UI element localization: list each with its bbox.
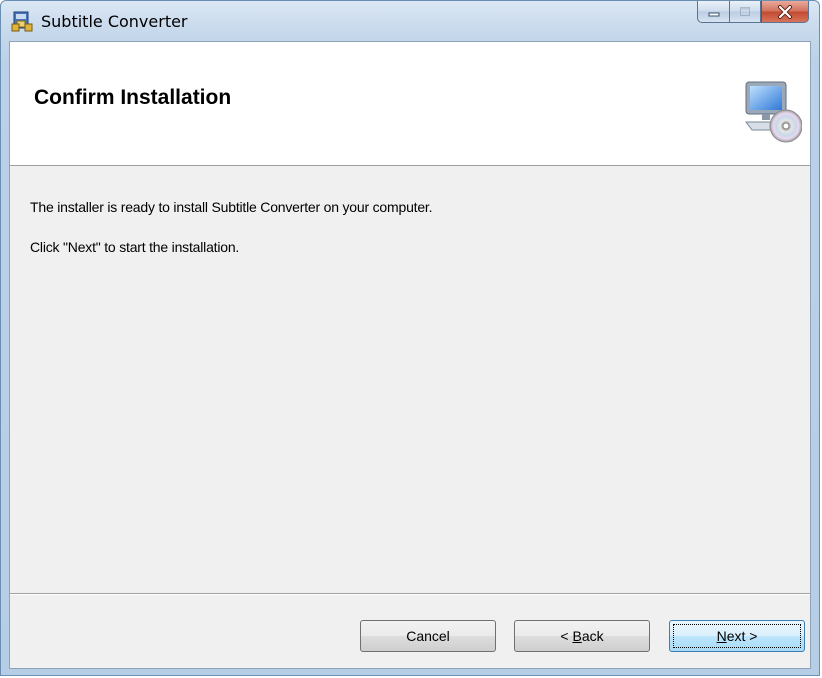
window-controls [697, 1, 809, 23]
installer-package-icon [11, 11, 33, 32]
back-button-prefix: < [560, 628, 573, 644]
instruction-message: Click "Next" to start the installation. [30, 239, 240, 255]
dialog-client-area: Confirm Installation The installer is re… [9, 41, 811, 669]
maximize-icon [740, 6, 750, 16]
back-button-mnemonic: B [572, 628, 582, 644]
focus-rectangle [673, 624, 801, 648]
installer-window: Subtitle Converter Confirm Installation [0, 0, 820, 676]
close-button[interactable] [761, 1, 809, 23]
ready-message: The installer is ready to install Subtit… [30, 199, 433, 215]
maximize-button[interactable] [729, 1, 761, 23]
header-banner: Confirm Installation [10, 42, 810, 166]
cancel-button-label: Cancel [406, 628, 450, 644]
next-button[interactable]: Next > [669, 620, 805, 652]
window-title: Subtitle Converter [41, 12, 188, 31]
page-title: Confirm Installation [34, 86, 232, 109]
minimize-icon [708, 12, 719, 16]
cancel-button[interactable]: Cancel [360, 620, 496, 652]
footer-separator [10, 593, 810, 595]
close-icon [778, 4, 792, 19]
back-button-label: ack [581, 628, 604, 644]
title-bar[interactable]: Subtitle Converter [1, 1, 819, 41]
minimize-button[interactable] [697, 1, 729, 23]
back-button[interactable]: < Back [514, 620, 650, 652]
computer-cd-icon [745, 81, 802, 143]
